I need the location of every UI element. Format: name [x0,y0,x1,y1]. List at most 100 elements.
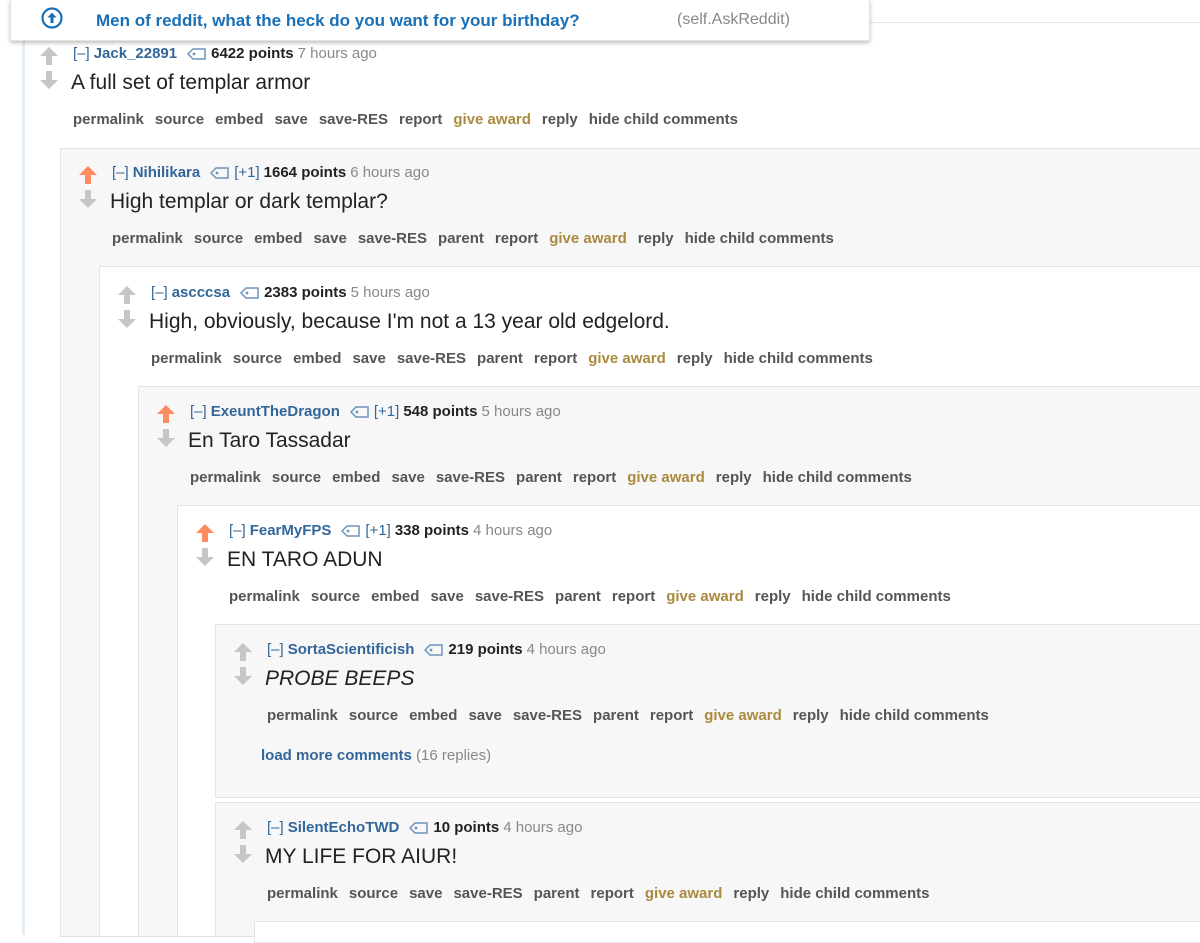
parent-button[interactable]: parent [593,707,639,724]
give-award-button[interactable]: give award [627,469,705,486]
give-award-button[interactable]: give award [704,707,782,724]
comment-author[interactable]: ascccsa [172,284,230,301]
reply-button[interactable]: reply [638,230,674,247]
save-res-button[interactable]: save-RES [453,885,522,902]
collapse-toggle[interactable]: [–] [190,403,207,420]
tag-icon[interactable] [341,525,361,537]
save-button[interactable]: save [430,588,463,605]
comment-author[interactable]: SilentEchoTWD [288,819,400,836]
parent-button[interactable]: parent [534,885,580,902]
report-button[interactable]: report [534,350,577,367]
parent-button[interactable]: parent [438,230,484,247]
reply-button[interactable]: reply [677,350,713,367]
source-button[interactable]: source [233,350,282,367]
give-award-button[interactable]: give award [588,350,666,367]
collapse-toggle[interactable]: [–] [112,164,129,181]
save-res-button[interactable]: save-RES [513,707,582,724]
up-arrow-icon[interactable] [232,642,254,662]
permalink-button[interactable]: permalink [229,588,300,605]
source-button[interactable]: source [194,230,243,247]
report-button[interactable]: report [612,588,655,605]
up-arrow-icon[interactable] [38,46,60,66]
hide-child-comments-button[interactable]: hide child comments [589,111,738,128]
report-button[interactable]: report [399,111,442,128]
save-res-button[interactable]: save-RES [319,111,388,128]
permalink-button[interactable]: permalink [190,469,261,486]
hide-child-comments-button[interactable]: hide child comments [840,707,989,724]
down-arrow-icon[interactable] [155,428,177,448]
report-button[interactable]: report [573,469,616,486]
tag-icon[interactable] [424,644,444,656]
save-button[interactable]: save [409,885,442,902]
comment-author[interactable]: ExeuntTheDragon [211,403,340,420]
embed-button[interactable]: embed [409,707,457,724]
up-arrow-icon[interactable] [194,523,216,543]
save-res-button[interactable]: save-RES [358,230,427,247]
source-button[interactable]: source [349,707,398,724]
collapse-toggle[interactable]: [–] [229,522,246,539]
give-award-button[interactable]: give award [453,111,531,128]
report-button[interactable]: report [495,230,538,247]
down-arrow-icon[interactable] [232,844,254,864]
permalink-button[interactable]: permalink [73,111,144,128]
embed-button[interactable]: embed [332,469,380,486]
hide-child-comments-button[interactable]: hide child comments [802,588,951,605]
reply-button[interactable]: reply [716,469,752,486]
permalink-button[interactable]: permalink [151,350,222,367]
reply-button[interactable]: reply [793,707,829,724]
save-res-button[interactable]: save-RES [475,588,544,605]
report-button[interactable]: report [650,707,693,724]
hide-child-comments-button[interactable]: hide child comments [724,350,873,367]
save-button[interactable]: save [391,469,424,486]
reply-button[interactable]: reply [542,111,578,128]
comment-author[interactable]: SortaScientificish [288,641,415,658]
load-more-link[interactable]: load more comments [261,747,412,764]
reply-button[interactable]: reply [755,588,791,605]
hide-child-comments-button[interactable]: hide child comments [685,230,834,247]
post-title-link[interactable]: Men of reddit, what the heck do you want… [96,11,580,31]
up-circle-icon[interactable] [41,7,63,29]
down-arrow-icon[interactable] [116,309,138,329]
tag-icon[interactable] [349,406,370,418]
comment-author[interactable]: Jack_22891 [94,45,177,62]
embed-button[interactable]: embed [254,230,302,247]
hide-child-comments-button[interactable]: hide child comments [763,469,912,486]
down-arrow-icon[interactable] [194,547,216,567]
hide-child-comments-button[interactable]: hide child comments [780,885,929,902]
tag-icon[interactable] [210,167,230,179]
up-arrow-icon[interactable] [155,404,177,424]
up-arrow-icon[interactable] [77,165,99,185]
save-button[interactable]: save [274,111,307,128]
collapse-toggle[interactable]: [–] [267,819,284,836]
tag-icon[interactable] [409,822,429,834]
down-arrow-icon[interactable] [232,666,254,686]
reply-button[interactable]: reply [733,885,769,902]
source-button[interactable]: source [311,588,360,605]
save-button[interactable]: save [352,350,385,367]
collapse-toggle[interactable]: [–] [267,641,284,658]
give-award-button[interactable]: give award [645,885,723,902]
source-button[interactable]: source [155,111,204,128]
save-button[interactable]: save [313,230,346,247]
parent-button[interactable]: parent [555,588,601,605]
report-button[interactable]: report [591,885,634,902]
up-arrow-icon[interactable] [232,820,254,840]
collapse-toggle[interactable]: [–] [151,284,168,301]
up-arrow-icon[interactable] [116,285,138,305]
source-button[interactable]: source [349,885,398,902]
down-arrow-icon[interactable] [38,70,60,90]
save-res-button[interactable]: save-RES [397,350,466,367]
collapse-toggle[interactable]: [–] [73,45,90,62]
comment-author[interactable]: Nihilikara [133,164,201,181]
embed-button[interactable]: embed [293,350,341,367]
tag-icon[interactable] [187,48,207,60]
parent-button[interactable]: parent [477,350,523,367]
post-domain[interactable]: (self.AskReddit) [677,11,790,29]
give-award-button[interactable]: give award [549,230,627,247]
embed-button[interactable]: embed [215,111,263,128]
tag-icon[interactable] [240,287,260,299]
parent-button[interactable]: parent [516,469,562,486]
save-button[interactable]: save [468,707,501,724]
embed-button[interactable]: embed [371,588,419,605]
permalink-button[interactable]: permalink [267,707,338,724]
